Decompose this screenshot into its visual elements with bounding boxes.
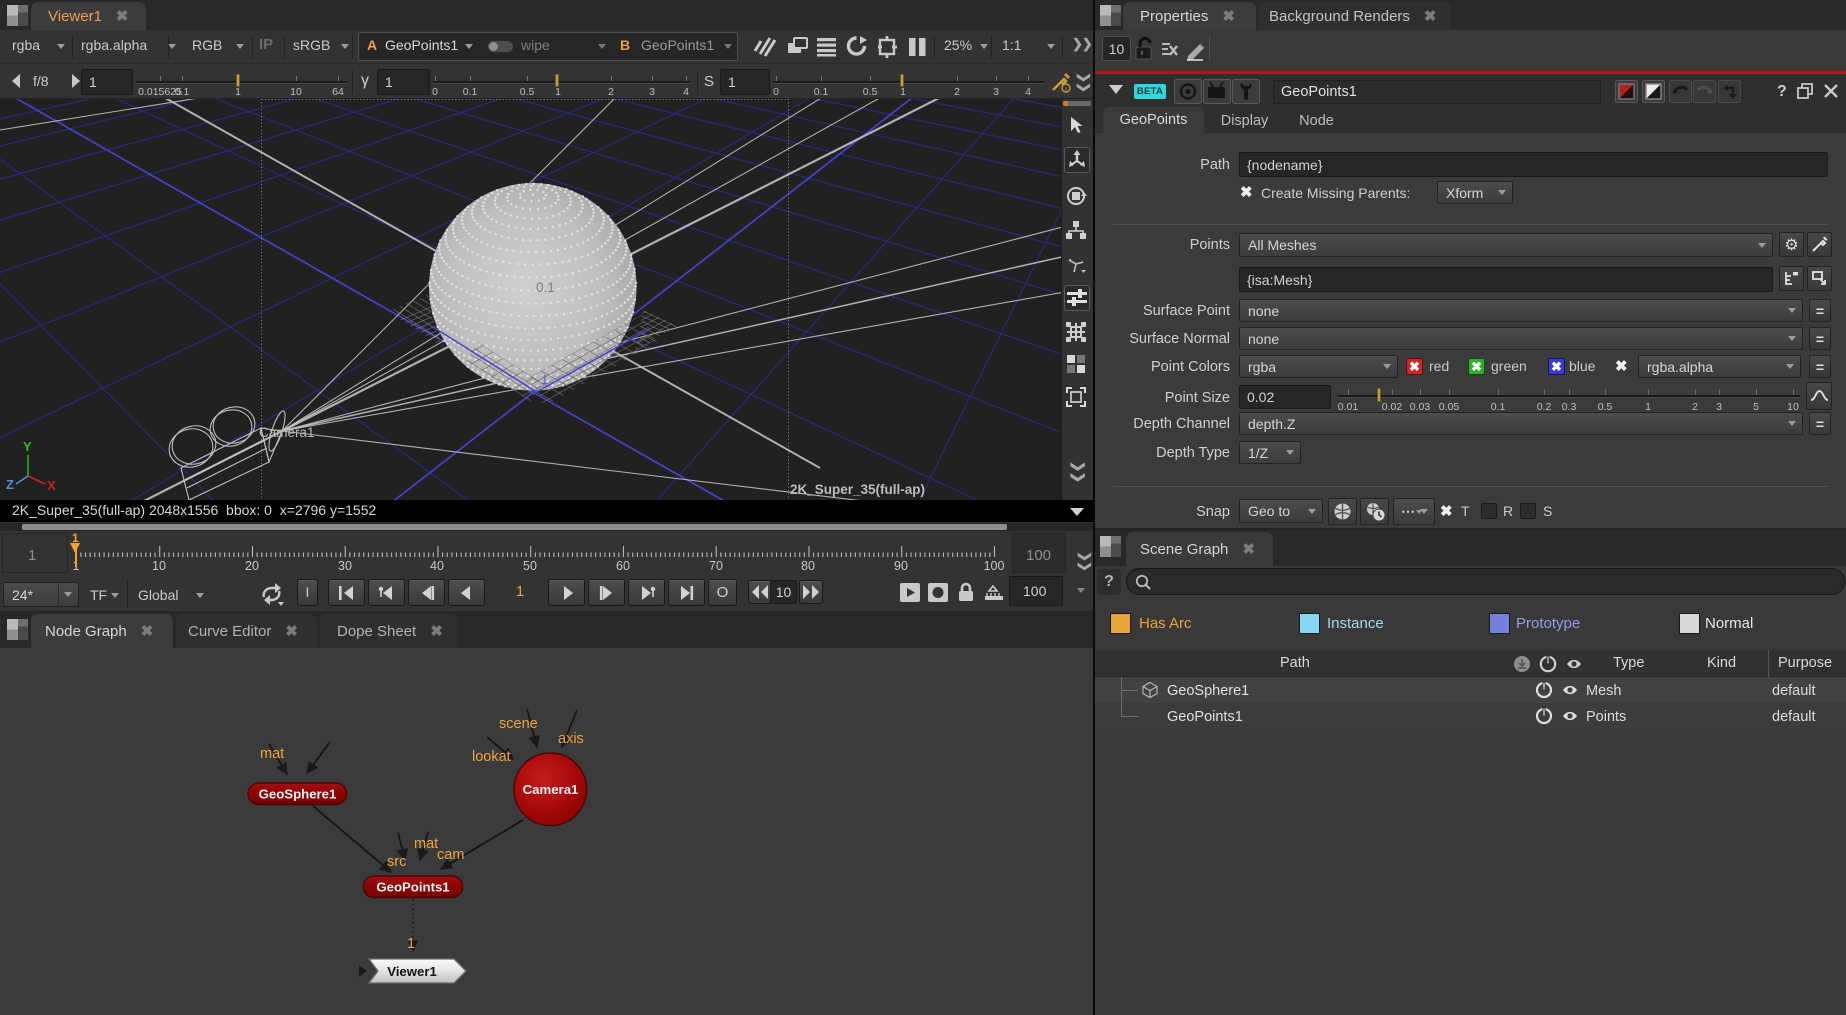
svg-text:mat: mat	[414, 836, 438, 852]
svg-text:axis: axis	[558, 731, 584, 747]
svg-text:GeoPoints1: GeoPoints1	[376, 880, 449, 895]
svg-text:scene: scene	[499, 716, 538, 732]
svg-text:mat: mat	[260, 746, 284, 762]
svg-text:Camera1: Camera1	[523, 782, 579, 797]
svg-text:Viewer1: Viewer1	[387, 964, 437, 979]
svg-text:lookat: lookat	[472, 749, 511, 765]
svg-text:GeoSphere1: GeoSphere1	[259, 787, 337, 802]
svg-text:cam: cam	[437, 847, 464, 863]
svg-text:1: 1	[407, 936, 415, 952]
svg-text:src: src	[387, 854, 406, 870]
